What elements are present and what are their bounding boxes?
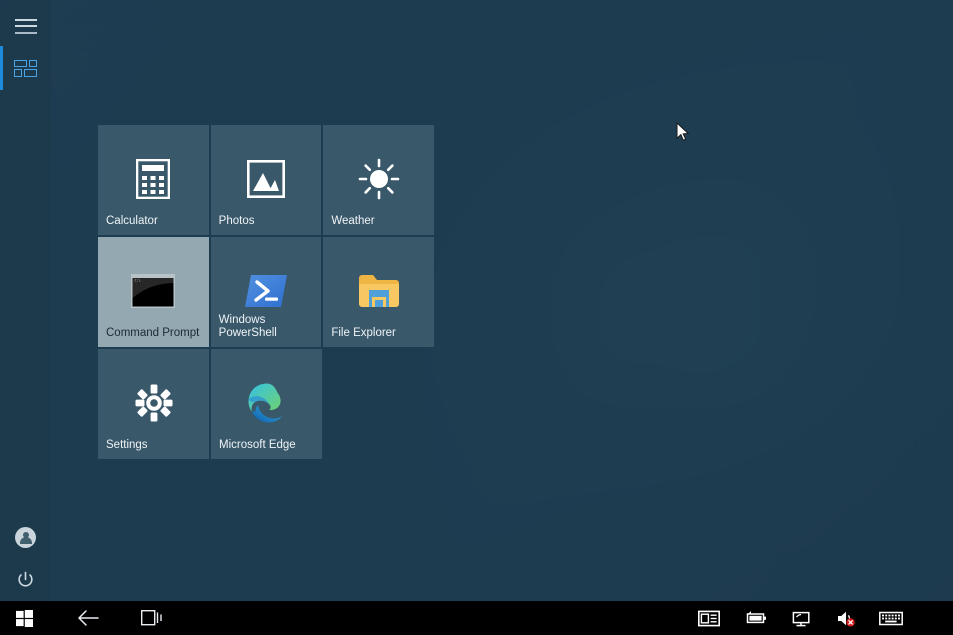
- tile-row: Settings: [98, 349, 434, 459]
- tile-row: Calculator Photos: [98, 125, 434, 235]
- tile-photos[interactable]: Photos: [211, 125, 322, 235]
- tile-label: File Explorer: [331, 327, 428, 340]
- touch-keyboard-icon[interactable]: [873, 601, 908, 635]
- start-menu-panel: Calculator Photos: [0, 0, 953, 601]
- edge-icon: [211, 379, 322, 427]
- back-button[interactable]: [64, 601, 112, 635]
- tile-row: C:\ Command Prompt Windows Po: [98, 237, 434, 347]
- tile-label: Photos: [219, 215, 316, 228]
- system-tray: [691, 601, 953, 635]
- news-and-interests-icon[interactable]: [691, 601, 726, 635]
- settings-gear-icon: [98, 379, 209, 427]
- network-icon[interactable]: [783, 601, 818, 635]
- tile-label: Windows PowerShell: [219, 314, 316, 340]
- user-avatar-icon: [15, 527, 36, 548]
- weather-sun-icon: [323, 155, 434, 203]
- power-button[interactable]: [0, 557, 51, 601]
- hamburger-icon: [15, 19, 37, 34]
- tile-file-explorer[interactable]: File Explorer: [323, 237, 434, 347]
- hamburger-menu-button[interactable]: [0, 4, 51, 48]
- tile-windows-powershell[interactable]: Windows PowerShell: [211, 237, 322, 347]
- power-icon: [16, 570, 35, 589]
- file-explorer-icon: [323, 267, 434, 315]
- tile-label: Weather: [331, 215, 428, 228]
- calculator-icon: [98, 155, 209, 203]
- task-view-icon: [141, 609, 163, 627]
- active-accent-bar: [0, 46, 3, 90]
- svg-text:C:\: C:\: [135, 279, 141, 283]
- back-arrow-icon: [76, 608, 100, 628]
- tile-weather[interactable]: Weather: [323, 125, 434, 235]
- pinned-tiles-grid: Calculator Photos: [98, 125, 434, 461]
- tile-settings[interactable]: Settings: [98, 349, 209, 459]
- user-account-button[interactable]: [0, 515, 51, 559]
- tile-calculator[interactable]: Calculator: [98, 125, 209, 235]
- tile-label: Microsoft Edge: [219, 439, 316, 452]
- battery-icon[interactable]: [738, 601, 773, 635]
- photos-icon: [211, 155, 322, 203]
- command-prompt-icon: C:\: [98, 267, 209, 315]
- tile-label: Settings: [106, 439, 203, 452]
- tiles-view-button[interactable]: [0, 46, 51, 90]
- volume-muted-icon[interactable]: [828, 601, 863, 635]
- taskbar: [0, 601, 953, 635]
- task-view-button[interactable]: [128, 601, 176, 635]
- start-button[interactable]: [0, 601, 48, 635]
- tile-microsoft-edge[interactable]: Microsoft Edge: [211, 349, 322, 459]
- tiles-icon: [14, 60, 37, 77]
- start-menu-left-rail: [0, 0, 51, 601]
- powershell-icon: [211, 267, 322, 315]
- windows-logo-icon: [16, 610, 33, 627]
- mouse-cursor: [676, 122, 690, 142]
- tile-command-prompt[interactable]: C:\ Command Prompt: [98, 237, 209, 347]
- tile-label: Command Prompt: [106, 327, 203, 340]
- tile-label: Calculator: [106, 215, 203, 228]
